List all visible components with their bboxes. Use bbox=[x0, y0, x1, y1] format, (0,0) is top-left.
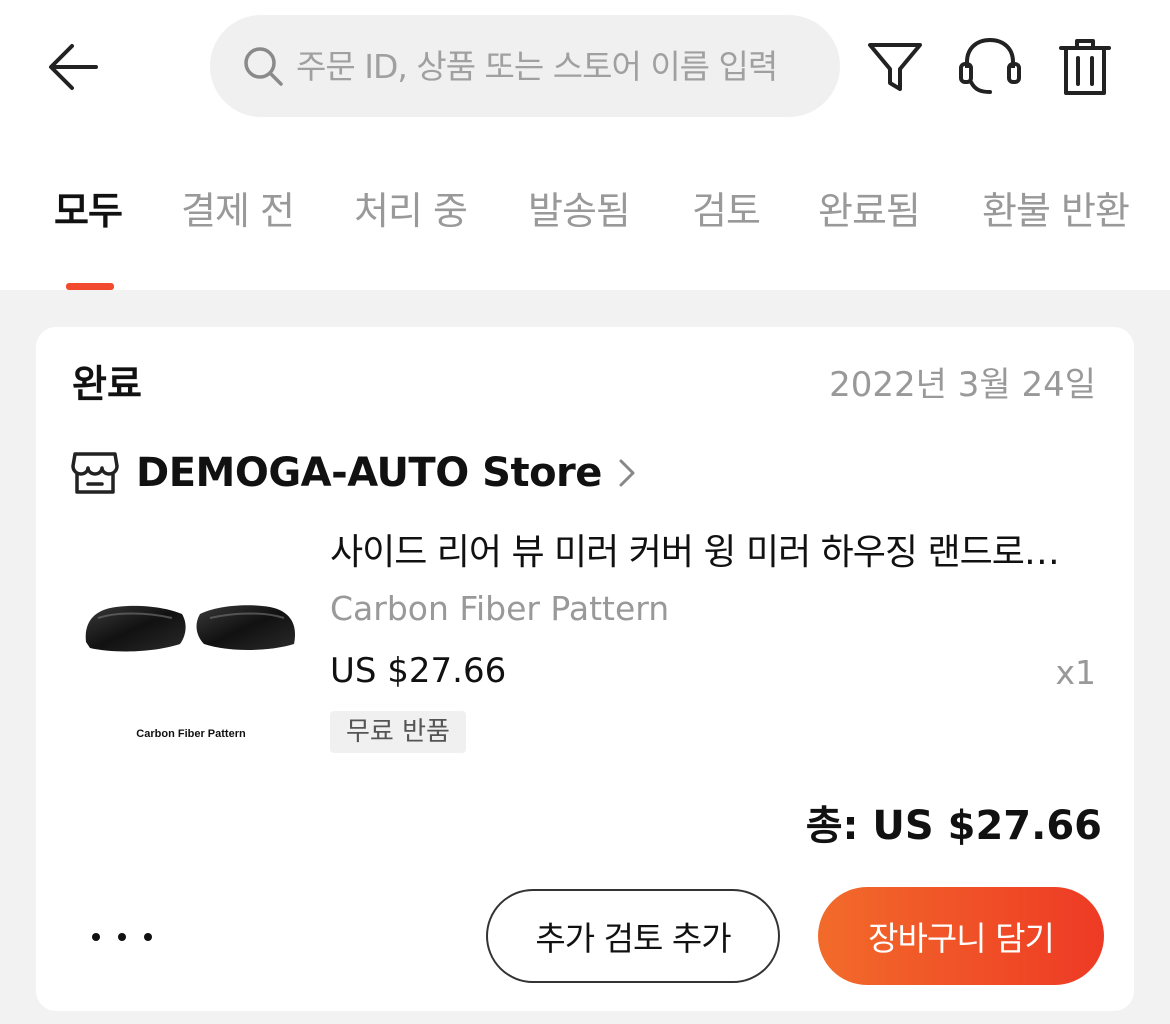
tab-shipped[interactable]: 발송됨 bbox=[528, 180, 631, 235]
order-total: 총: US $27.66 bbox=[805, 803, 1102, 849]
mirror-cover-image bbox=[85, 605, 295, 652]
customer-service-button[interactable] bbox=[955, 32, 1025, 102]
tab-processing[interactable]: 처리 중 bbox=[354, 180, 468, 235]
headset-icon bbox=[959, 37, 1021, 94]
search-input[interactable] bbox=[296, 46, 836, 86]
filter-button[interactable] bbox=[860, 32, 930, 102]
product-price: US $27.66 bbox=[330, 651, 507, 691]
trash-icon bbox=[1059, 39, 1111, 95]
product-quantity: x1 bbox=[1055, 653, 1096, 692]
more-options-button[interactable] bbox=[92, 917, 152, 957]
tab-refund-return[interactable]: 환불 반환 bbox=[982, 180, 1130, 235]
order-card: 완료 2022년 3월 24일 DEMOGA-AUTO Store Carbon… bbox=[36, 327, 1134, 1011]
more-dots-icon bbox=[92, 933, 100, 941]
product-variant: Carbon Fiber Pattern bbox=[330, 589, 670, 628]
search-bar[interactable] bbox=[210, 15, 840, 117]
order-status-tabs: 모두 결제 전 처리 중 발송됨 검토 완료됨 환불 반환 bbox=[0, 180, 1170, 250]
tab-review[interactable]: 검토 bbox=[692, 180, 761, 235]
product-image[interactable]: Carbon Fiber Pattern bbox=[76, 552, 306, 782]
order-status: 완료 bbox=[72, 362, 142, 406]
search-icon bbox=[244, 47, 283, 86]
active-tab-indicator bbox=[66, 283, 114, 290]
store-link[interactable]: DEMOGA-AUTO Store bbox=[70, 445, 636, 501]
delete-button[interactable] bbox=[1050, 32, 1120, 102]
add-review-button[interactable]: 추가 검토 추가 bbox=[486, 889, 780, 983]
order-date: 2022년 3월 24일 bbox=[829, 365, 1096, 405]
tab-all[interactable]: 모두 bbox=[54, 180, 123, 235]
store-icon bbox=[71, 452, 119, 494]
product-title[interactable]: 사이드 리어 뷰 미러 커버 윙 미러 하우징 랜드로버 디스커버리 스포츠 bbox=[330, 523, 1090, 575]
tab-awaiting-payment[interactable]: 결제 전 bbox=[181, 180, 295, 235]
arrow-left-icon bbox=[49, 44, 98, 90]
filter-icon bbox=[868, 43, 922, 91]
chevron-right-icon bbox=[618, 458, 636, 488]
back-button[interactable] bbox=[40, 34, 106, 100]
free-return-badge: 무료 반품 bbox=[330, 711, 466, 753]
more-dots-icon-part bbox=[144, 933, 152, 941]
tab-completed[interactable]: 완료됨 bbox=[818, 180, 921, 235]
store-name: DEMOGA-AUTO Store bbox=[136, 450, 602, 496]
header: 모두 결제 전 처리 중 발송됨 검토 완료됨 환불 반환 bbox=[0, 0, 1170, 290]
image-caption: Carbon Fiber Pattern bbox=[136, 728, 246, 740]
more-dots-icon-part bbox=[118, 933, 126, 941]
add-to-cart-button[interactable]: 장바구니 담기 bbox=[818, 887, 1104, 985]
